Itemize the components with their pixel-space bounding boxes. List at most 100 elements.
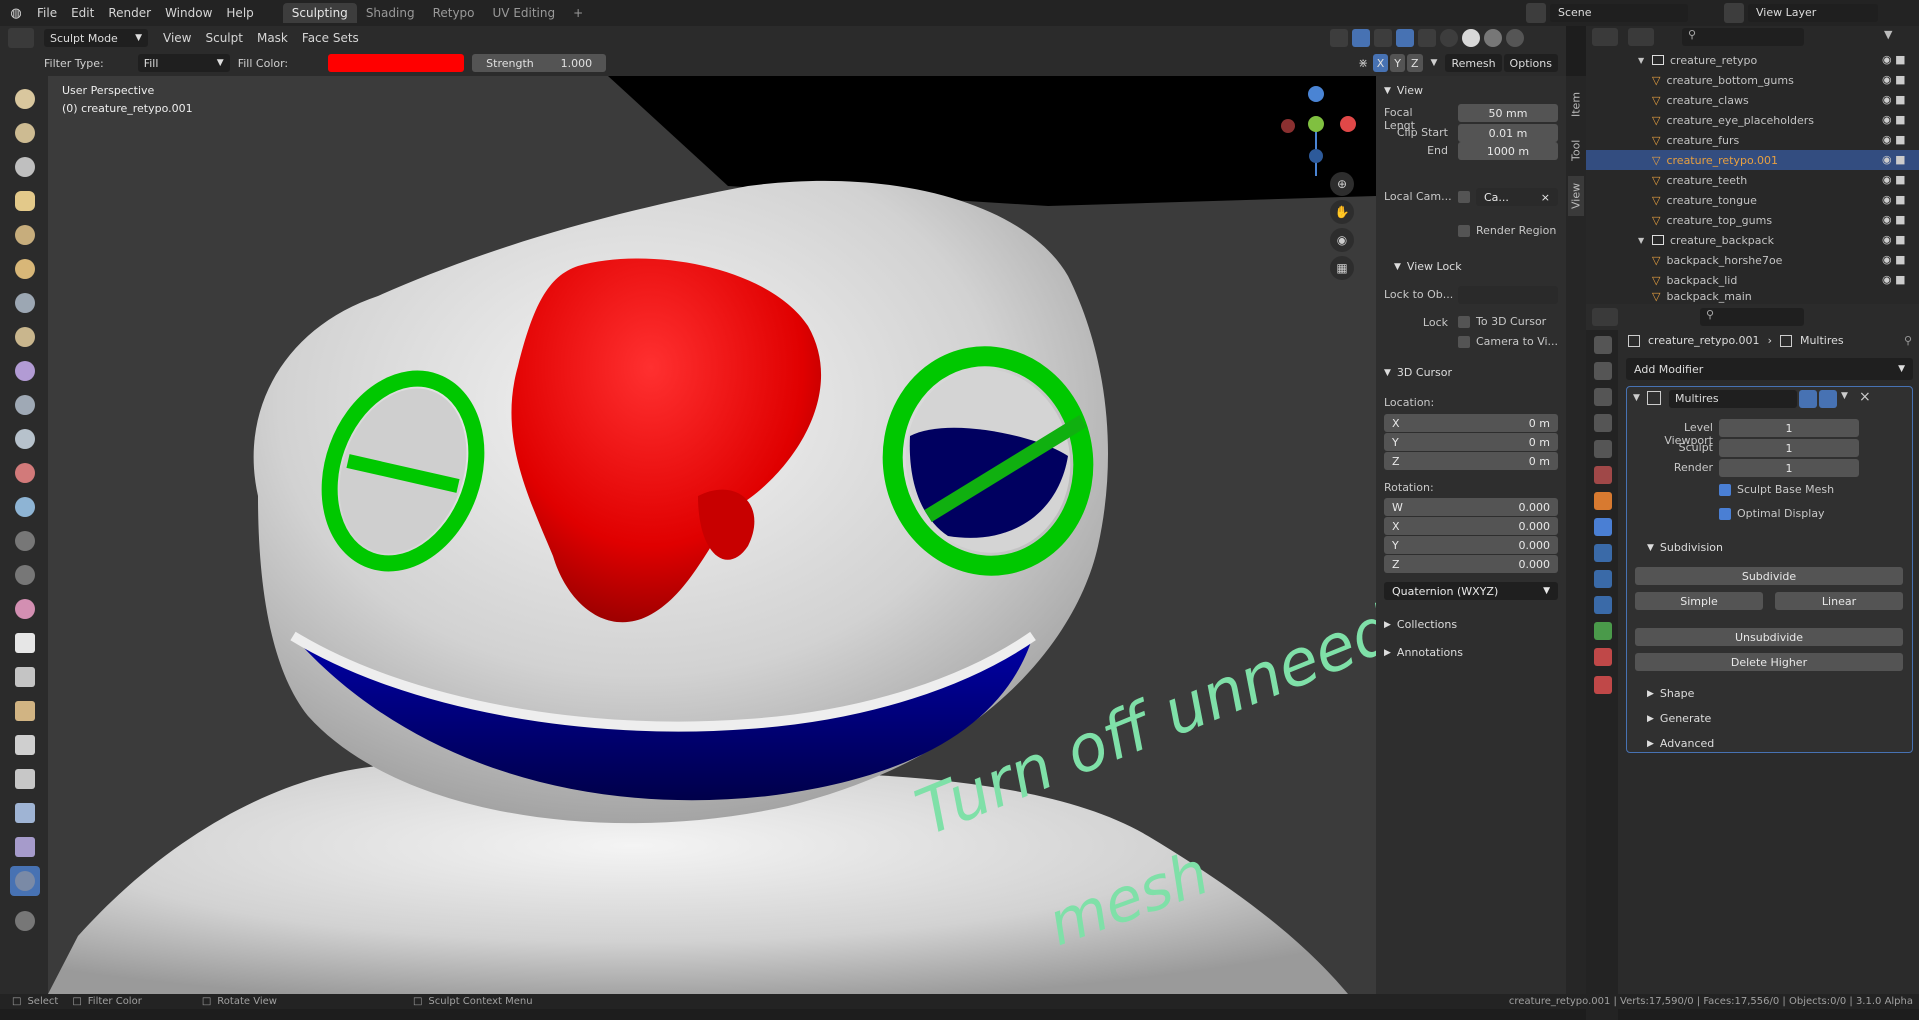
render-tab-icon[interactable]: [1594, 362, 1612, 380]
pin-icon[interactable]: ⚲: [1904, 334, 1912, 347]
simple-button[interactable]: Simple: [1635, 592, 1763, 610]
tab-retypo[interactable]: Retypo: [424, 3, 484, 23]
outliner-row-backpack-lid[interactable]: ▽ backpack_lid: [1586, 270, 1919, 290]
shape-header[interactable]: ▶ Shape: [1647, 687, 1694, 700]
overlay-dropdown-icon[interactable]: [1396, 29, 1414, 47]
rotation-mode-dropdown[interactable]: Quaternion (WXYZ) ▼: [1384, 582, 1558, 600]
close-icon[interactable]: ×: [1859, 389, 1871, 405]
visibility-icon[interactable]: [1330, 29, 1348, 47]
edit-face-set-tool[interactable]: [10, 906, 40, 936]
color-filter-tool[interactable]: [10, 866, 40, 896]
display-mode-icon[interactable]: [1628, 28, 1654, 46]
box-trim-tool[interactable]: [10, 730, 40, 760]
thumb-brush-tool[interactable]: [10, 492, 40, 522]
level-viewport-field[interactable]: 1: [1719, 419, 1859, 437]
close-icon[interactable]: ×: [1541, 191, 1550, 204]
menu-sculpt[interactable]: Sculpt: [198, 31, 249, 45]
view-layer-selector[interactable]: View Layer: [1748, 4, 1878, 22]
outliner-row-furs[interactable]: ▽ creature_furs: [1586, 130, 1919, 150]
outliner-row-backpack-horshe7oe[interactable]: ▽ backpack_horshe7oe: [1586, 250, 1919, 270]
menu-file[interactable]: File: [30, 6, 64, 20]
constraints-tab-icon[interactable]: [1594, 596, 1612, 614]
scene-tab-icon[interactable]: [1594, 440, 1612, 458]
outliner-row-tongue[interactable]: ▽ creature_tongue: [1586, 190, 1919, 210]
filter-type-dropdown[interactable]: Fill ▼: [137, 54, 230, 72]
outliner-row-top-gums[interactable]: ▽ creature_top_gums: [1586, 210, 1919, 230]
scene-selector[interactable]: Scene: [1550, 4, 1688, 22]
menu-edit[interactable]: Edit: [64, 6, 101, 20]
3d-viewport[interactable]: Turn off unneeded mesh User Perspective …: [48, 76, 1376, 994]
location-z-field[interactable]: Z0 m: [1384, 452, 1558, 470]
outliner-row-creature-retypo[interactable]: ▼ creature_retypo: [1586, 50, 1919, 70]
data-tab-icon[interactable]: [1594, 622, 1612, 640]
mask-brush-tool[interactable]: [10, 628, 40, 658]
editor-type-icon[interactable]: [8, 28, 34, 48]
outliner-row-bottom-gums[interactable]: ▽ creature_bottom_gums: [1586, 70, 1919, 90]
editor-type-icon[interactable]: [1592, 28, 1618, 46]
sculpt-base-mesh-checkbox[interactable]: [1719, 484, 1731, 496]
inflate-brush-tool[interactable]: [10, 254, 40, 284]
chevron-down-icon[interactable]: ▼: [1841, 391, 1848, 401]
annotations-header[interactable]: ▶ Annotations: [1384, 646, 1463, 659]
draw-sharp-brush-tool[interactable]: [10, 118, 40, 148]
collections-header[interactable]: ▶ Collections: [1384, 618, 1457, 631]
sculpt-level-field[interactable]: 1: [1719, 439, 1859, 457]
snake-hook-brush-tool[interactable]: [10, 458, 40, 488]
tab-tool[interactable]: Tool: [1568, 130, 1584, 170]
lock-to-3d-cursor-checkbox[interactable]: [1458, 316, 1470, 328]
flatten-brush-tool[interactable]: [10, 390, 40, 420]
outliner-row-creature-backpack[interactable]: ▼ creature_backpack: [1586, 230, 1919, 250]
axis-z-toggle[interactable]: Z: [1406, 54, 1423, 72]
location-x-field[interactable]: X0 m: [1384, 414, 1558, 432]
xray-icon[interactable]: [1418, 29, 1436, 47]
solid-shading-icon[interactable]: [1462, 29, 1480, 47]
gizmo-neg-z-axis[interactable]: [1309, 149, 1323, 163]
editor-type-icon[interactable]: [1592, 308, 1618, 326]
location-y-field[interactable]: Y0 m: [1384, 433, 1558, 451]
world-tab-icon[interactable]: [1594, 466, 1612, 484]
unsubdivide-button[interactable]: Unsubdivide: [1635, 628, 1903, 646]
generate-header[interactable]: ▶ Generate: [1647, 712, 1711, 725]
wireframe-shading-icon[interactable]: [1440, 29, 1458, 47]
outliner-row-eye-placeholders[interactable]: ▽ creature_eye_placeholders: [1586, 110, 1919, 130]
filter-icon[interactable]: ▼: [1884, 28, 1910, 46]
nudge-brush-tool[interactable]: [10, 560, 40, 590]
view-layer-tab-icon[interactable]: [1594, 414, 1612, 432]
clay-strips-brush-tool[interactable]: [10, 186, 40, 216]
menu-window[interactable]: Window: [158, 6, 219, 20]
object-tab-icon[interactable]: [1594, 492, 1612, 510]
material-shading-icon[interactable]: [1484, 29, 1502, 47]
subdivide-button[interactable]: Subdivide: [1635, 567, 1903, 585]
render-region-checkbox[interactable]: [1458, 225, 1470, 237]
visibility-eye-icon[interactable]: ◉ ■ ◉ ■ ◉ ■ ◉ ■ ◉ ■ ◉ ■ ◉ ■ ◉ ■ ◉ ■ ◉ ■ ◉ ■ ◉ ■: [1882, 50, 1916, 304]
tab-shading[interactable]: Shading: [357, 3, 424, 23]
chevron-down-icon[interactable]: ▼: [1633, 393, 1640, 403]
smooth-brush-tool[interactable]: [10, 356, 40, 386]
zoom-icon[interactable]: ⊕: [1330, 172, 1354, 196]
outliner-row-teeth[interactable]: ▽ creature_teeth: [1586, 170, 1919, 190]
rotation-w-field[interactable]: W 0.000: [1384, 498, 1558, 516]
box-face-set-tool[interactable]: [10, 696, 40, 726]
rotation-y-field[interactable]: Y 0.000: [1384, 536, 1558, 554]
local-camera-checkbox[interactable]: [1458, 191, 1470, 203]
gizmo-x-axis[interactable]: [1340, 116, 1356, 132]
mesh-filter-tool[interactable]: [10, 798, 40, 828]
search-icon[interactable]: ⚲: [1700, 308, 1804, 326]
pose-brush-tool[interactable]: [10, 526, 40, 556]
optimal-display-checkbox[interactable]: [1719, 508, 1731, 520]
lock-to-object-field[interactable]: [1458, 286, 1558, 304]
blob-brush-tool[interactable]: [10, 288, 40, 318]
gizmo-neg-x-axis[interactable]: [1281, 119, 1295, 133]
outliner-row-retypo-001[interactable]: ▽ creature_retypo.001: [1586, 150, 1919, 170]
modifier-name-field[interactable]: Multires: [1669, 390, 1797, 408]
clay-brush-tool[interactable]: [10, 152, 40, 182]
modifier-tab-icon[interactable]: [1594, 518, 1612, 536]
focal-length-field[interactable]: 50 mm: [1458, 104, 1558, 122]
cloth-filter-tool[interactable]: [10, 832, 40, 862]
show-in-editmode-icon[interactable]: [1799, 390, 1817, 408]
3d-cursor-header[interactable]: ▼ 3D Cursor: [1384, 366, 1452, 379]
line-project-tool[interactable]: [10, 764, 40, 794]
remesh-dropdown[interactable]: Remesh: [1445, 54, 1502, 72]
render-level-field[interactable]: 1: [1719, 459, 1859, 477]
strength-slider[interactable]: Strength 1.000: [472, 54, 607, 72]
